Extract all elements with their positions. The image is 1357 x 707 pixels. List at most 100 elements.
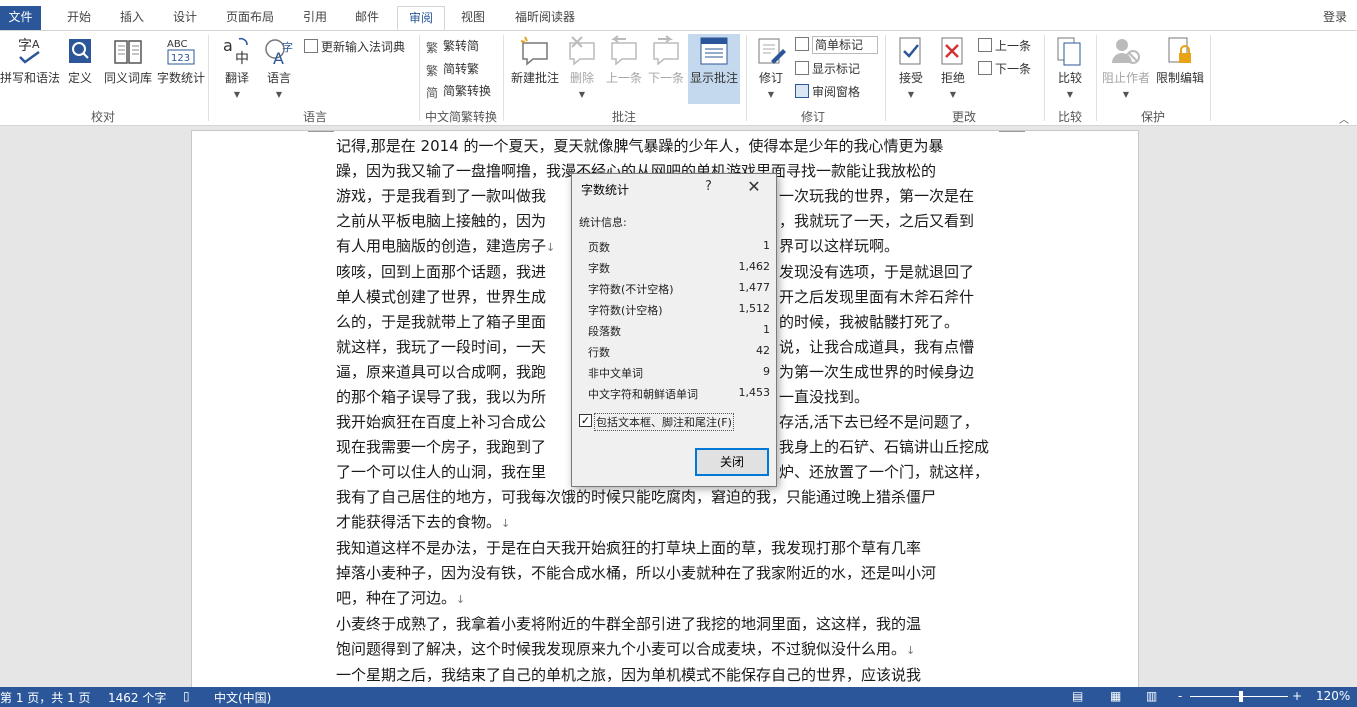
statistics-label: 统计信息:: [579, 216, 627, 229]
simplified-to-traditional-button[interactable]: 繁简转繁: [426, 59, 479, 79]
track-changes-icon: [758, 38, 786, 64]
delete-comment-button[interactable]: 删除 ▼: [564, 35, 600, 100]
stat-row-chinese-korean: 中文字符和朝鲜语单词 1,453: [588, 386, 770, 401]
chevron-down-icon: ▼: [578, 90, 586, 99]
update-ime-button[interactable]: 更新输入法词典: [304, 37, 405, 57]
stat-row-words: 字数 1,462: [588, 260, 770, 275]
include-textboxes-checkbox[interactable]: ✓: [579, 414, 592, 427]
accept-button[interactable]: 接受 ▼: [894, 35, 928, 100]
traditional-to-simplified-button[interactable]: 繁繁转简: [426, 36, 479, 56]
show-comments-icon: [700, 37, 728, 65]
language-button[interactable]: A字 语言 ▼: [260, 35, 298, 100]
crop-mark: [308, 131, 334, 132]
sign-in-link[interactable]: 登录: [1323, 8, 1347, 25]
print-layout-icon[interactable]: ▦: [1110, 689, 1121, 703]
thesaurus-button[interactable]: 同义词库: [102, 35, 154, 86]
chevron-down-icon: ▼: [233, 90, 241, 99]
crop-mark: [999, 131, 1025, 132]
collapse-ribbon-icon[interactable]: ︿: [1339, 111, 1349, 126]
ribbon-separator: [746, 35, 747, 121]
svg-text:123: 123: [171, 53, 190, 64]
dialog-title: 字数统计: [581, 183, 630, 197]
chevron-down-icon: ▼: [907, 90, 915, 99]
define-button[interactable]: 定义: [62, 35, 98, 86]
next-comment-button[interactable]: 下一条: [646, 35, 686, 86]
tab-design[interactable]: 设计: [164, 7, 206, 31]
tab-file[interactable]: 文件: [0, 6, 41, 31]
tab-home[interactable]: 开始: [58, 7, 100, 31]
show-comments-button[interactable]: 显示批注: [688, 34, 740, 104]
thesaurus-label: 同义词库: [103, 71, 152, 85]
markup-icon: [795, 37, 809, 51]
tab-insert[interactable]: 插入: [111, 7, 153, 31]
reject-button[interactable]: 拒绝 ▼: [936, 35, 970, 100]
block-authors-button[interactable]: 阻止作者 ▼: [1100, 35, 1152, 100]
svg-text:a: a: [223, 36, 233, 55]
page-count[interactable]: 第 1 页，共 1 页: [0, 689, 91, 706]
accept-check-icon: [899, 37, 921, 65]
convert-char-icon: 简: [426, 86, 439, 100]
previous-change-button[interactable]: 上一条: [978, 36, 1031, 56]
show-markup-button[interactable]: 显示标记: [795, 59, 860, 79]
group-language-label: 语言: [302, 110, 327, 124]
word-count-status[interactable]: 1462 个字: [108, 689, 166, 706]
st-label: 简转繁: [443, 62, 480, 76]
conversion-label: 简繁转换: [443, 84, 492, 98]
stat-row-pages: 页数 1: [588, 239, 770, 254]
group-compare-label: 比较: [1057, 110, 1082, 124]
language-status[interactable]: 中文(中国): [214, 689, 271, 706]
block-authors-label: 阻止作者: [1101, 71, 1150, 85]
word-count-dialog: 字数统计 ? ✕ 统计信息: 页数 1 字数 1,462 字符数(不计空格) 1,47…: [571, 173, 777, 487]
compare-button[interactable]: 比较 ▼: [1052, 35, 1088, 100]
review-pane-button[interactable]: 审阅窗格: [795, 82, 860, 102]
web-layout-icon[interactable]: ▥: [1146, 689, 1157, 703]
include-textboxes-label[interactable]: 包括文本框、脚注和尾注(F): [594, 413, 734, 431]
word-count-button[interactable]: ABC 123 字数统计: [156, 35, 206, 86]
spelling-grammar-button[interactable]: 字A 拼写和语法: [0, 35, 60, 86]
compare-label: 比较: [1057, 71, 1082, 85]
markup-dropdown[interactable]: 简单标记: [795, 35, 878, 55]
translate-button[interactable]: a中 翻译 ▼: [218, 35, 256, 100]
read-mode-icon[interactable]: ▤: [1072, 689, 1083, 703]
ribbon-separator: [1044, 35, 1045, 121]
close-icon[interactable]: ✕: [744, 175, 764, 199]
zoom-level[interactable]: 120%: [1316, 689, 1350, 703]
show-comments-label: 显示批注: [689, 71, 738, 85]
tab-review[interactable]: 审阅: [397, 6, 445, 31]
track-changes-button[interactable]: 修订 ▼: [754, 35, 788, 100]
previous-comment-button[interactable]: 上一条: [604, 35, 644, 86]
prev-change-label: 上一条: [995, 39, 1032, 53]
markup-select[interactable]: 简单标记: [812, 36, 878, 54]
define-label: 定义: [67, 71, 92, 85]
dictionary-icon: [304, 39, 318, 53]
next-comment-icon: [653, 35, 679, 66]
stat-row-chars-no-spaces: 字符数(不计空格) 1,477: [588, 281, 770, 296]
next-change-button[interactable]: 下一条: [978, 59, 1031, 79]
stat-row-paragraphs: 段落数 1: [588, 323, 770, 338]
group-chinese-label: 中文简繁转换: [424, 110, 497, 124]
word-count-icon: ABC 123: [167, 39, 195, 65]
stat-row-non-chinese-words: 非中文单词 9: [588, 365, 770, 380]
previous-comment-icon: [611, 35, 637, 66]
thesaurus-icon: [114, 40, 142, 64]
chevron-down-icon: ▼: [767, 90, 775, 99]
traditional-char-icon: 繁: [426, 41, 439, 55]
tab-mailings[interactable]: 邮件: [346, 7, 388, 31]
tab-foxit[interactable]: 福昕阅读器: [507, 7, 583, 31]
restrict-editing-button[interactable]: 限制编辑: [1154, 35, 1206, 86]
language-globe-icon: A字: [265, 39, 293, 67]
new-comment-button[interactable]: 新建批注: [508, 35, 562, 86]
text-line: 记得,那是在 2014 的一个夏天，夏天就像脾气暴躁的少年人，使得本是少年的我心…: [336, 137, 944, 155]
conversion-button[interactable]: 简简繁转换: [426, 81, 491, 101]
proofing-icon[interactable]: ▯: [183, 689, 190, 703]
chevron-down-icon: ▼: [949, 90, 957, 99]
tab-references[interactable]: 引用: [294, 7, 336, 31]
tab-layout[interactable]: 页面布局: [218, 7, 282, 31]
tab-view[interactable]: 视图: [452, 7, 494, 31]
next-change-label: 下一条: [995, 62, 1032, 76]
close-button[interactable]: 关闭: [695, 448, 769, 476]
zoom-slider-thumb[interactable]: [1239, 691, 1243, 702]
help-icon[interactable]: ?: [705, 179, 712, 194]
zoom-in-button[interactable]: +: [1292, 689, 1302, 703]
zoom-out-button[interactable]: -: [1178, 689, 1182, 703]
